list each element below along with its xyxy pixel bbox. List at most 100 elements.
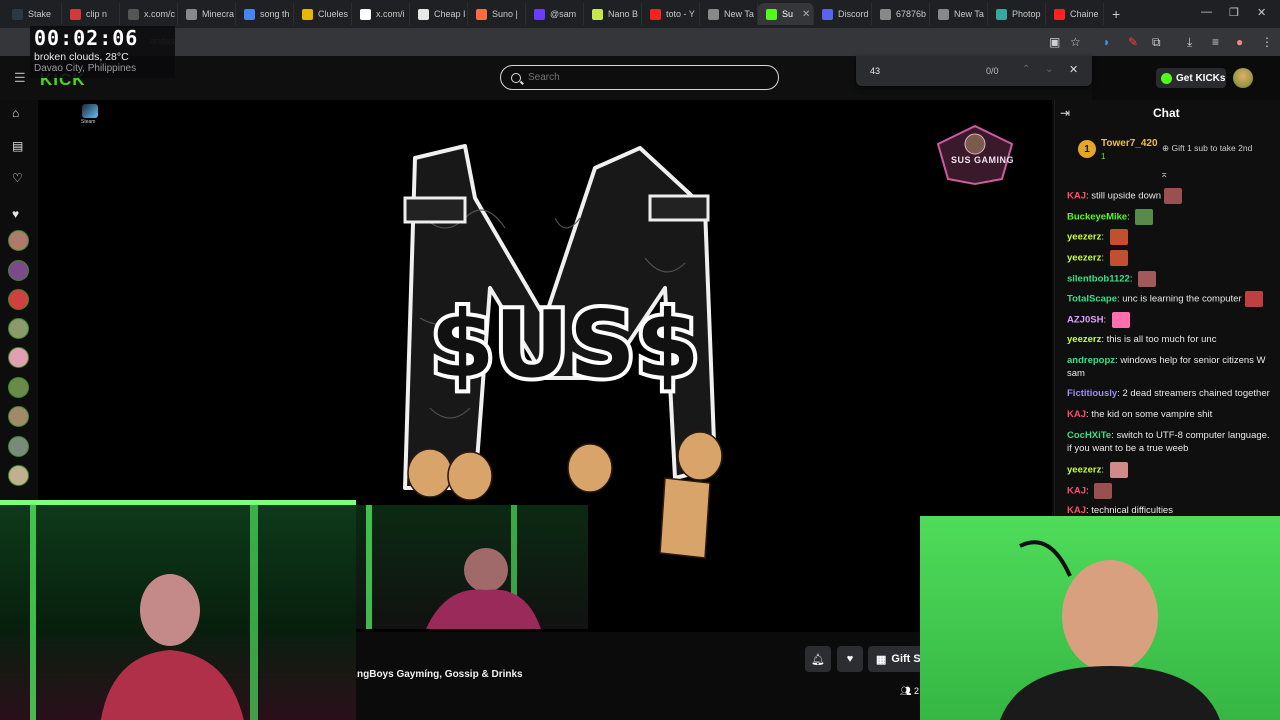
chat-username[interactable]: Fictitiously — [1067, 388, 1117, 399]
tab-favicon-icon — [708, 8, 719, 20]
bookmark-star-icon[interactable]: ☆ — [1070, 35, 1081, 49]
search-box[interactable] — [500, 65, 779, 90]
close-window-icon[interactable]: ✕ — [1257, 6, 1266, 19]
chat-pin-divider-icon[interactable]: ⌅ — [1160, 169, 1168, 180]
chat-username[interactable]: yeezerz — [1067, 232, 1101, 243]
tab-label: Nano B — [608, 9, 639, 19]
browser-tab[interactable]: Photop — [988, 3, 1046, 25]
tab-favicon-icon — [822, 8, 833, 20]
chat-username[interactable]: KAJ — [1067, 409, 1086, 420]
browser-tab[interactable]: Su ✕ — [758, 3, 814, 25]
browser-tab[interactable]: Minecra — [178, 3, 236, 25]
browser-tab[interactable]: toto - Y — [642, 3, 700, 25]
chat-username[interactable]: yeezerz — [1067, 253, 1101, 264]
browser-tab[interactable]: New Ta — [700, 3, 758, 25]
new-tab-button[interactable]: + — [1112, 6, 1120, 22]
chat-username[interactable]: yeezerz — [1067, 334, 1101, 345]
chat-message: yeezerz: — [1067, 462, 1272, 478]
search-input[interactable] — [528, 72, 768, 83]
sus-brand-text: $US$ — [431, 291, 700, 398]
browser-tab[interactable]: Chaine — [1046, 3, 1104, 25]
followed-channel-avatar[interactable] — [8, 465, 29, 486]
tab-favicon-icon — [1054, 8, 1065, 20]
chat-username[interactable]: BuckeyeMike — [1067, 212, 1127, 223]
chat-username[interactable]: CocHXiTe — [1067, 430, 1111, 441]
browse-icon[interactable]: ▤ — [12, 139, 23, 153]
gift-sub-button[interactable]: ▦ Gift S — [868, 646, 928, 672]
chat-username[interactable]: silentbob1122 — [1067, 274, 1130, 285]
top-gifter-name[interactable]: Tower7_420 — [1101, 138, 1158, 149]
find-prev-button[interactable]: ⌃ — [1022, 64, 1030, 75]
browser-tab[interactable]: 67876b — [872, 3, 930, 25]
find-input[interactable]: 43 — [870, 66, 880, 76]
follow-heart-button[interactable]: ♥ — [837, 646, 863, 672]
browser-tab[interactable]: song th — [236, 3, 294, 25]
browser-tab[interactable]: Suno | — [468, 3, 526, 25]
tab-favicon-icon — [650, 8, 661, 20]
browser-tab[interactable]: Stake — [4, 3, 62, 25]
tab-label: x.com/i — [376, 9, 405, 19]
followed-channel-avatar[interactable] — [8, 289, 29, 310]
chat-username[interactable]: TotalScape — [1067, 294, 1117, 305]
tab-favicon-icon — [128, 8, 139, 20]
tab-close-icon[interactable]: ✕ — [802, 9, 810, 20]
gift-sub-cta[interactable]: ⊕ Gift 1 sub to take 2nd — [1162, 143, 1252, 154]
followed-channel-avatar[interactable] — [8, 436, 29, 457]
followed-channel-avatar[interactable] — [8, 347, 29, 368]
chat-text: still upside down — [1091, 190, 1162, 202]
kicks-coin-icon — [1161, 72, 1172, 84]
browser-tab[interactable]: @sam — [526, 3, 584, 25]
following-icon[interactable]: ♡ — [12, 171, 23, 185]
gifter-rank-badge: 1 — [1078, 140, 1096, 158]
extension-pen-icon[interactable]: ✎ — [1128, 35, 1138, 49]
chat-separator: : — [1127, 211, 1133, 223]
hamburger-menu-icon[interactable]: ☰ — [14, 70, 26, 86]
clock-location: Davao City, Philippines — [34, 63, 137, 74]
browser-tab[interactable]: x.com/c — [120, 3, 178, 25]
streamer-figure — [1000, 540, 1220, 720]
tab-label: Su — [782, 9, 794, 19]
reader-icon[interactable]: ▣ — [1049, 35, 1060, 49]
home-icon[interactable]: ⌂ — [12, 106, 19, 120]
stream-clock-overlay: 00:02:06 broken clouds, 28°C Davao City,… — [30, 26, 175, 78]
browser-tab[interactable]: clip n — [62, 3, 120, 25]
user-avatar[interactable] — [1233, 68, 1253, 88]
tab-label: 67876b — [896, 9, 927, 19]
browser-tab[interactable]: Clueles — [294, 3, 352, 25]
browser-tab[interactable]: New Ta — [930, 3, 988, 25]
notify-bell-button[interactable]: 🔔︎ — [805, 646, 831, 672]
tab-favicon-icon — [12, 8, 23, 20]
browser-menu-icon[interactable]: ⋮ — [1261, 35, 1273, 49]
media-queue-icon[interactable]: ≡ — [1212, 35, 1219, 49]
followed-channel-avatar[interactable] — [8, 260, 29, 281]
followed-channel-avatar[interactable] — [8, 230, 29, 251]
minimize-icon[interactable]: — — [1201, 6, 1212, 18]
browser-tab[interactable]: Discord — [814, 3, 872, 25]
collapse-chat-icon[interactable]: ⇥ — [1060, 106, 1070, 120]
chat-username[interactable]: andrepopz — [1067, 355, 1115, 366]
maximize-icon[interactable]: ❐ — [1229, 6, 1239, 19]
find-next-button[interactable]: ⌄ — [1045, 64, 1053, 75]
steam-icon[interactable] — [82, 104, 98, 118]
followed-channel-avatar[interactable] — [8, 406, 29, 427]
tab-favicon-icon — [938, 8, 949, 20]
chat-username[interactable]: AZJ0SH — [1067, 315, 1103, 326]
chat-username[interactable]: KAJ — [1067, 505, 1086, 516]
extensions-puzzle-icon[interactable]: ⧉ — [1152, 35, 1161, 50]
download-icon[interactable]: ⤓ — [1187, 35, 1192, 50]
followed-channel-avatar[interactable] — [8, 318, 29, 339]
get-kicks-button[interactable]: Get KICKs — [1156, 68, 1226, 88]
followed-channel-avatar[interactable] — [8, 377, 29, 398]
chat-username[interactable]: KAJ — [1067, 191, 1086, 202]
browser-tab[interactable]: Nano B — [584, 3, 642, 25]
chat-username[interactable]: yeezerz — [1067, 465, 1101, 476]
find-close-button[interactable]: ✕ — [1069, 63, 1078, 76]
chat-message: CocHXiTe: switch to UTF-8 computer langu… — [1067, 429, 1272, 455]
browser-tab[interactable]: Cheap I — [410, 3, 468, 25]
tab-favicon-icon — [418, 8, 429, 20]
extension-icon[interactable]: ◗ — [1103, 35, 1110, 49]
browser-tab[interactable]: x.com/i — [352, 3, 410, 25]
address-bar[interactable]: andas — [0, 28, 1280, 56]
chat-username[interactable]: KAJ — [1067, 486, 1086, 497]
profile-icon[interactable]: ● — [1236, 35, 1243, 49]
